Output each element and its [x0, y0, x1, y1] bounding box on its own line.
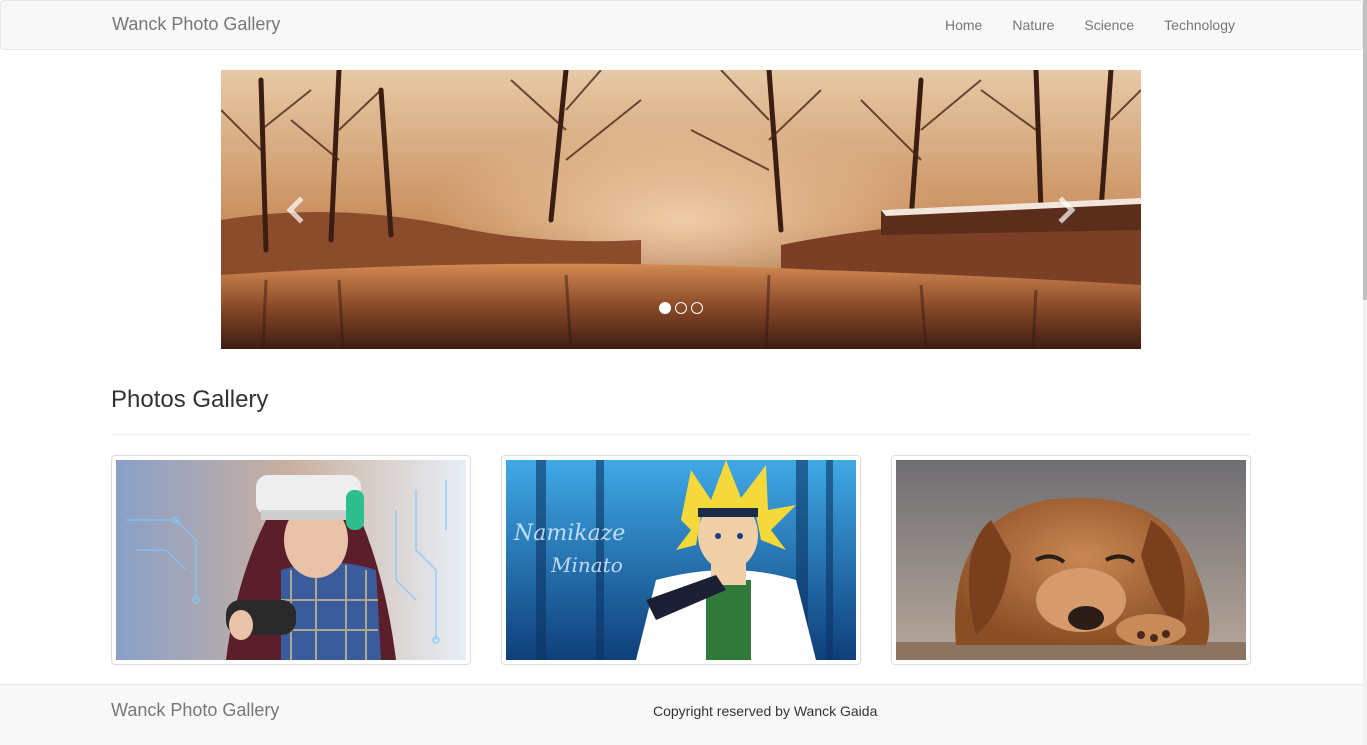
- gallery-thumbnail-vr[interactable]: [111, 455, 471, 665]
- nav-item-science: Science: [1069, 1, 1149, 49]
- nav-link-home[interactable]: Home: [930, 1, 997, 49]
- carousel-indicator-3[interactable]: [691, 302, 703, 314]
- gallery-title: Photos Gallery: [111, 386, 269, 413]
- nav-item-home: Home: [930, 1, 997, 49]
- title-divider: [111, 434, 1251, 435]
- nav-item-nature: Nature: [997, 1, 1069, 49]
- gallery-thumbnail-puppy[interactable]: [891, 455, 1251, 665]
- top-navbar: Wanck Photo Gallery Home Nature Science …: [0, 0, 1363, 50]
- nav-link-technology[interactable]: Technology: [1149, 1, 1250, 49]
- chevron-left-icon: [286, 195, 304, 224]
- page-footer: Wanck Photo Gallery Copyright reserved b…: [0, 684, 1363, 745]
- footer-brand: Wanck Photo Gallery: [111, 700, 280, 720]
- sleeping-puppy-photo: [896, 460, 1246, 660]
- scrollbar-thumb[interactable]: [1363, 0, 1367, 300]
- gallery-thumbnail-anime[interactable]: Namikaze Minato: [501, 455, 861, 665]
- footer-copyright: Copyright reserved by Wanck Gaida: [653, 703, 878, 719]
- svg-text:Namikaze: Namikaze: [513, 521, 625, 546]
- chevron-right-icon: [1058, 195, 1076, 224]
- anime-ninja-illustration: Namikaze Minato: [506, 460, 856, 660]
- svg-text:Minato: Minato: [550, 553, 623, 577]
- image-carousel: [221, 70, 1141, 349]
- carousel-indicator-1[interactable]: [659, 302, 671, 314]
- vr-gamer-photo: [116, 460, 466, 660]
- navbar-brand-link[interactable]: Wanck Photo Gallery: [112, 14, 280, 35]
- nav-link-science[interactable]: Science: [1069, 1, 1149, 49]
- nav-menu: Home Nature Science Technology: [930, 1, 1250, 49]
- carousel-indicator-2[interactable]: [675, 302, 687, 314]
- nav-link-nature[interactable]: Nature: [997, 1, 1069, 49]
- page-scrollbar[interactable]: [1363, 0, 1367, 745]
- nav-item-technology: Technology: [1149, 1, 1250, 49]
- carousel-indicators: [221, 302, 1141, 314]
